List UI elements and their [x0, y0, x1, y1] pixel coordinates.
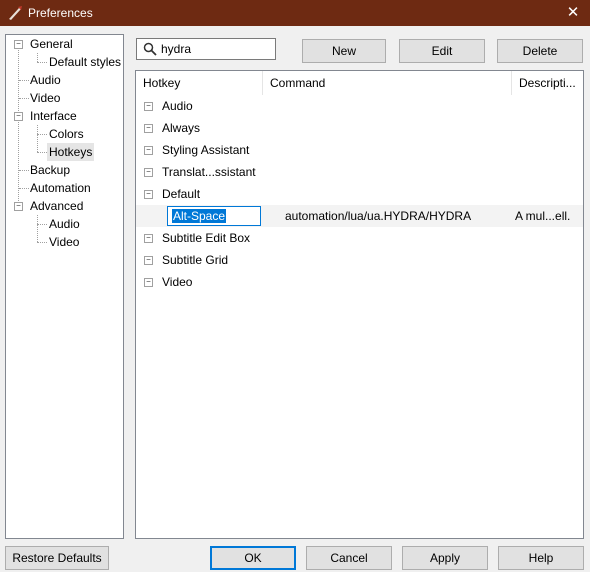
- tree-item-label: Video: [30, 91, 61, 105]
- collapse-icon[interactable]: −: [144, 278, 153, 287]
- delete-button[interactable]: Delete: [497, 39, 583, 63]
- description-cell: A mul...ell.: [515, 209, 571, 223]
- tree-item-label: Audio: [49, 217, 80, 231]
- tree-connector: [37, 62, 47, 63]
- group-label: Video: [162, 275, 193, 289]
- column-header-command[interactable]: Command: [263, 71, 512, 95]
- tree-item-advanced-video[interactable]: Video: [47, 233, 81, 251]
- tree-item-video[interactable]: Video: [28, 89, 62, 107]
- hotkey-grid[interactable]: Hotkey Command Descripti... − Audio − Al…: [135, 70, 584, 539]
- collapse-icon[interactable]: −: [14, 202, 23, 211]
- tree-item-advanced[interactable]: Advanced: [28, 197, 85, 215]
- apply-button[interactable]: Apply: [402, 546, 488, 570]
- grid-header: Hotkey Command Descripti...: [136, 71, 583, 95]
- tree-item-label: Advanced: [30, 199, 84, 213]
- group-label: Translat...ssistant: [162, 165, 256, 179]
- group-row-translation-assistant[interactable]: − Translat...ssistant: [136, 161, 583, 183]
- tree-connector: [37, 134, 47, 135]
- tree-connector: [37, 53, 38, 62]
- tree-connector: [37, 125, 38, 152]
- help-button[interactable]: Help: [498, 546, 584, 570]
- category-tree: − General Default styles Audio Video − I…: [5, 34, 124, 539]
- tree-item-interface[interactable]: Interface: [28, 107, 79, 125]
- search-icon: [143, 42, 157, 56]
- collapse-icon[interactable]: −: [14, 112, 23, 121]
- command-cell: automation/lua/ua.HYDRA/HYDRA: [285, 209, 472, 223]
- collapse-icon[interactable]: −: [144, 102, 153, 111]
- group-row-styling-assistant[interactable]: − Styling Assistant: [136, 139, 583, 161]
- collapse-icon[interactable]: −: [144, 190, 153, 199]
- group-row-audio[interactable]: − Audio: [136, 95, 583, 117]
- collapse-icon[interactable]: −: [14, 40, 23, 49]
- tree-item-label: Colors: [49, 127, 84, 141]
- group-row-subtitle-grid[interactable]: − Subtitle Grid: [136, 249, 583, 271]
- tree-connector: [37, 224, 47, 225]
- tree-item-label: Hotkeys: [47, 143, 95, 161]
- edit-button[interactable]: Edit: [399, 39, 485, 63]
- ok-button[interactable]: OK: [210, 546, 296, 570]
- tree-item-advanced-audio[interactable]: Audio: [47, 215, 82, 233]
- group-label: Default: [162, 187, 201, 201]
- tree-connector: [37, 242, 47, 243]
- cancel-button[interactable]: Cancel: [306, 546, 392, 570]
- tree-item-label: Backup: [30, 163, 71, 177]
- collapse-icon[interactable]: −: [144, 124, 153, 133]
- tree-connector: [18, 48, 19, 207]
- collapse-icon[interactable]: −: [144, 168, 153, 177]
- tree-item-label: Interface: [30, 109, 77, 123]
- new-button[interactable]: New: [302, 39, 386, 63]
- app-icon: [9, 6, 22, 20]
- tree-item-general[interactable]: General: [28, 35, 75, 53]
- group-row-subtitle-edit-box[interactable]: − Subtitle Edit Box: [136, 227, 583, 249]
- tree-item-label: Default styles: [49, 55, 122, 69]
- search-input[interactable]: [161, 41, 271, 57]
- group-label: Subtitle Edit Box: [162, 231, 251, 245]
- column-header-hotkey[interactable]: Hotkey: [136, 71, 263, 95]
- tree-item-backup[interactable]: Backup: [28, 161, 72, 179]
- tree-item-audio[interactable]: Audio: [28, 71, 63, 89]
- collapse-icon[interactable]: −: [144, 146, 153, 155]
- group-label: Styling Assistant: [162, 143, 250, 157]
- title-bar: Preferences ✕: [0, 0, 590, 26]
- tree-item-label: Automation: [30, 181, 91, 195]
- restore-defaults-button[interactable]: Restore Defaults: [5, 546, 109, 570]
- tree-item-label: Audio: [30, 73, 61, 87]
- tree-item-default-styles[interactable]: Default styles: [47, 53, 123, 71]
- group-row-always[interactable]: − Always: [136, 117, 583, 139]
- tree-item-hotkeys[interactable]: Hotkeys: [47, 143, 95, 161]
- tree-connector: [37, 152, 47, 153]
- group-row-video[interactable]: − Video: [136, 271, 583, 293]
- tree-item-colors[interactable]: Colors: [47, 125, 86, 143]
- collapse-icon[interactable]: −: [144, 234, 153, 243]
- column-header-description[interactable]: Descripti...: [512, 71, 583, 95]
- collapse-icon[interactable]: −: [144, 256, 153, 265]
- group-label: Subtitle Grid: [162, 253, 229, 267]
- group-label: Audio: [162, 99, 193, 113]
- tree-item-label: Video: [49, 235, 80, 249]
- close-button[interactable]: ✕: [556, 0, 590, 26]
- tree-item-label: General: [30, 37, 73, 51]
- group-row-default[interactable]: − Default: [136, 183, 583, 205]
- window-title: Preferences: [28, 6, 93, 20]
- hotkey-row[interactable]: Alt-Space automation/lua/ua.HYDRA/HYDRA …: [136, 205, 583, 227]
- group-label: Always: [162, 121, 201, 135]
- hotkey-edit-field[interactable]: Alt-Space: [167, 206, 261, 226]
- tree-item-automation[interactable]: Automation: [28, 179, 93, 197]
- search-box[interactable]: [136, 38, 276, 60]
- tree-connector: [37, 215, 38, 242]
- hotkey-value: Alt-Space: [172, 209, 227, 223]
